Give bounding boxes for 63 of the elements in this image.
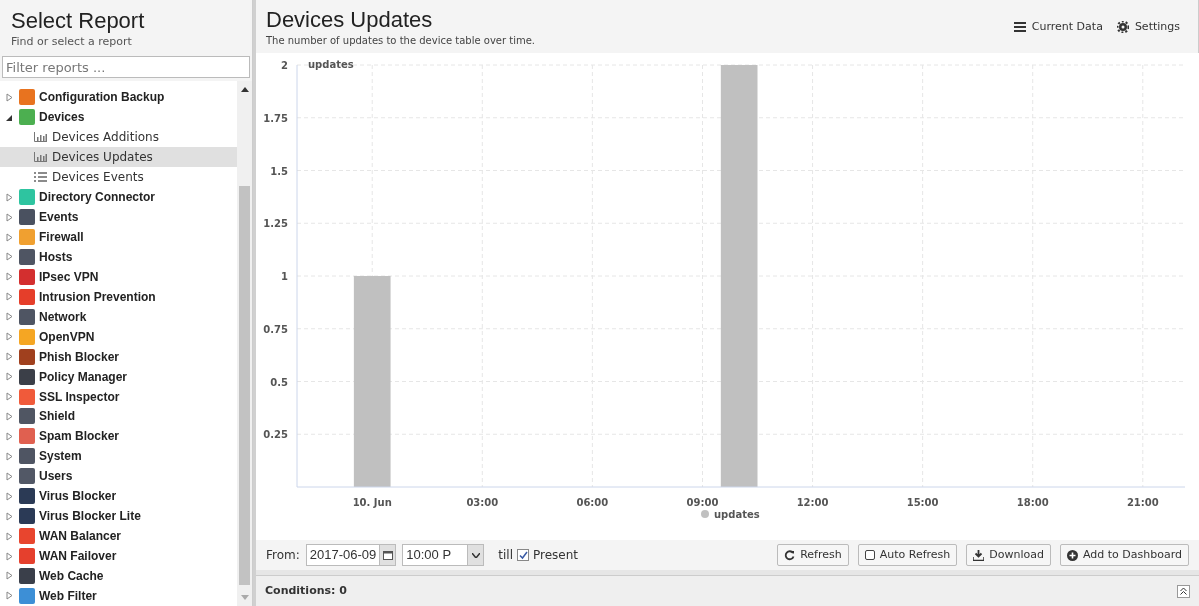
report-title: Devices Updates: [266, 7, 434, 33]
y-tick-label: 1.5: [270, 165, 288, 177]
sidebar-subtitle: Find or select a report: [11, 34, 133, 50]
tree-item[interactable]: IPsec VPN: [39, 267, 99, 286]
y-tick-label: 0.25: [263, 429, 288, 441]
tree-item[interactable]: Spam Blocker: [39, 427, 120, 446]
tree-item[interactable]: Virus Blocker Lite: [39, 507, 141, 526]
tree-item[interactable]: Web Cache: [39, 566, 104, 585]
x-tick-label: 21:00: [1126, 497, 1159, 508]
y-axis-title: updates: [308, 59, 354, 70]
legend-item[interactable]: updates: [701, 509, 760, 520]
tree-item[interactable]: WAN Failover: [39, 547, 117, 566]
x-tick-label: 10. Jun: [352, 497, 392, 508]
tree-item[interactable]: Hosts: [39, 247, 73, 266]
from-label: From:: [266, 547, 300, 564]
tree-item[interactable]: Devices: [39, 108, 85, 127]
tree-item[interactable]: Policy Manager: [39, 367, 128, 386]
report-item[interactable]: Devices Updates: [0, 147, 237, 168]
filter-field[interactable]: Filter reports ...: [2, 56, 250, 78]
y-tick-label: 1.25: [263, 218, 288, 230]
tree-item[interactable]: Events: [39, 208, 79, 227]
tree-item[interactable]: Web Filter: [39, 586, 97, 605]
x-tick-label: 06:00: [576, 497, 609, 508]
x-tick-label: 18:00: [1016, 497, 1049, 508]
toolbar-button[interactable]: Add to Dashboard: [1060, 544, 1189, 566]
conditions-bar[interactable]: Conditions: 0: [256, 575, 1199, 606]
header-button[interactable]: Current Data: [1013, 19, 1103, 36]
x-tick-label: 15:00: [906, 497, 939, 508]
tree-item[interactable]: System: [39, 447, 82, 466]
tree-item[interactable]: Configuration Backup: [39, 88, 165, 107]
y-tick-label: 2: [281, 60, 288, 71]
y-tick-label: 1.75: [263, 112, 288, 124]
report-description: The number of updates to the device table over time.: [266, 34, 535, 48]
tree-item[interactable]: Virus Blocker: [39, 487, 117, 506]
tree-item[interactable]: Shield: [39, 407, 75, 426]
date-field[interactable]: 2017-06-09: [305, 544, 397, 566]
toolbar-button[interactable]: Auto Refresh: [857, 544, 958, 566]
tree-item[interactable]: Intrusion Prevention: [39, 287, 156, 306]
present-label: Present: [533, 547, 579, 564]
y-tick-label: 1: [281, 271, 288, 282]
tree-item[interactable]: Directory Connector: [39, 188, 156, 207]
tree-item[interactable]: Network: [39, 307, 87, 326]
x-tick-label: 12:00: [796, 497, 829, 508]
tree-item[interactable]: Users: [39, 467, 73, 486]
x-tick-label: 09:00: [686, 497, 719, 508]
time-field[interactable]: 10:00 P: [402, 544, 485, 566]
y-tick-label: 0.75: [263, 323, 288, 335]
y-tick-label: 0.5: [270, 376, 288, 388]
x-tick-label: 03:00: [466, 497, 499, 508]
till-label: till: [498, 547, 513, 564]
tree-item[interactable]: WAN Balancer: [39, 527, 122, 546]
toolbar-button[interactable]: Refresh: [777, 544, 849, 566]
report-item[interactable]: Devices Events: [0, 167, 237, 188]
tree-item[interactable]: Firewall: [39, 228, 84, 247]
conditions-label: Conditions: 0: [265, 582, 347, 599]
report-item[interactable]: Devices Additions: [0, 127, 237, 148]
tree-item[interactable]: Phish Blocker: [39, 347, 120, 366]
tree-item[interactable]: SSL Inspector: [39, 387, 120, 406]
sidebar-title: Select Report: [11, 8, 146, 34]
legend-label: updates: [714, 509, 760, 520]
tree-item[interactable]: OpenVPN: [39, 327, 95, 346]
header-button[interactable]: Settings: [1116, 19, 1180, 36]
toolbar-button[interactable]: Download: [966, 544, 1051, 566]
